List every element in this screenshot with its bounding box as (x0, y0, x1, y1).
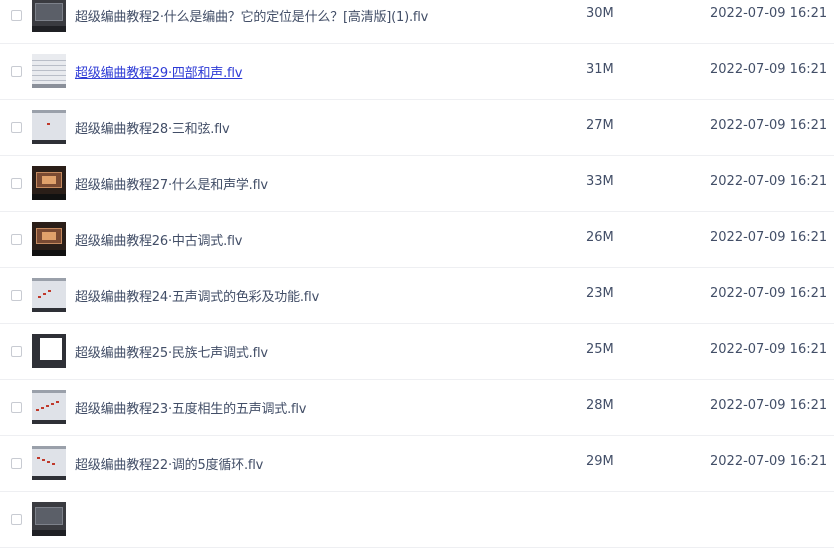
file-name-link[interactable]: 超级编曲教程24·五声调式的色彩及功能.flv (75, 286, 319, 305)
file-name-link[interactable]: 超级编曲教程22·调的5度循环.flv (75, 454, 263, 473)
file-name-link[interactable]: 超级编曲教程25·民族七声调式.flv (75, 342, 268, 361)
file-size: 30M (586, 6, 614, 21)
file-date: 2022-07-09 16:21 (710, 454, 828, 469)
file-size: 31M (586, 62, 614, 77)
file-date: 2022-07-09 16:21 (710, 398, 828, 413)
file-size: 25M (586, 342, 614, 357)
video-thumbnail-icon[interactable] (32, 334, 66, 368)
file-date: 2022-07-09 16:21 (710, 230, 828, 245)
video-thumbnail-icon[interactable] (32, 502, 66, 536)
file-name-link[interactable]: 超级编曲教程23·五度相生的五声调式.flv (75, 398, 306, 417)
file-row[interactable]: 超级编曲教程26·中古调式.flv 26M 2022-07-09 16:21 (0, 212, 834, 268)
row-checkbox[interactable] (11, 122, 22, 133)
file-name-link[interactable]: 超级编曲教程2·什么是编曲？它的定位是什么？[高清版](1).flv (75, 6, 428, 25)
video-thumbnail-icon[interactable] (32, 446, 66, 480)
row-checkbox[interactable] (11, 290, 22, 301)
file-size: 23M (586, 286, 614, 301)
video-thumbnail-icon[interactable] (32, 390, 66, 424)
file-date: 2022-07-09 16:21 (710, 62, 828, 77)
file-name-link[interactable]: 超级编曲教程28·三和弦.flv (75, 118, 230, 137)
file-list: 超级编曲教程2·什么是编曲？它的定位是什么？[高清版](1).flv 30M 2… (0, 0, 834, 548)
file-row[interactable]: 超级编曲教程28·三和弦.flv 27M 2022-07-09 16:21 (0, 100, 834, 156)
video-thumbnail-icon[interactable] (32, 222, 66, 256)
row-checkbox[interactable] (11, 514, 22, 525)
file-date: 2022-07-09 16:21 (710, 6, 828, 21)
file-row[interactable]: 超级编曲教程29·四部和声.flv 31M 2022-07-09 16:21 (0, 44, 834, 100)
row-checkbox[interactable] (11, 402, 22, 413)
file-date: 2022-07-09 16:21 (710, 118, 828, 133)
file-row[interactable]: 超级编曲教程22·调的5度循环.flv 29M 2022-07-09 16:21 (0, 436, 834, 492)
row-checkbox[interactable] (11, 234, 22, 245)
video-thumbnail-icon[interactable] (32, 166, 66, 200)
video-thumbnail-icon[interactable] (32, 0, 66, 32)
video-thumbnail-icon[interactable] (32, 110, 66, 144)
file-date: 2022-07-09 16:21 (710, 342, 828, 357)
file-row[interactable]: 超级编曲教程27·什么是和声学.flv 33M 2022-07-09 16:21 (0, 156, 834, 212)
file-date: 2022-07-09 16:21 (710, 286, 828, 301)
file-row[interactable]: 超级编曲教程23·五度相生的五声调式.flv 28M 2022-07-09 16… (0, 380, 834, 436)
file-name-link[interactable]: 超级编曲教程27·什么是和声学.flv (75, 174, 268, 193)
file-name-link[interactable]: 超级编曲教程26·中古调式.flv (75, 230, 242, 249)
file-name-link[interactable]: 超级编曲教程29·四部和声.flv (75, 62, 242, 81)
video-thumbnail-icon[interactable] (32, 278, 66, 312)
row-checkbox[interactable] (11, 346, 22, 357)
row-checkbox[interactable] (11, 178, 22, 189)
row-checkbox[interactable] (11, 458, 22, 469)
video-thumbnail-icon[interactable] (32, 54, 66, 88)
file-row[interactable]: 超级编曲教程24·五声调式的色彩及功能.flv 23M 2022-07-09 1… (0, 268, 834, 324)
file-size: 28M (586, 398, 614, 413)
row-checkbox[interactable] (11, 66, 22, 77)
file-row[interactable]: 超级编曲教程25·民族七声调式.flv 25M 2022-07-09 16:21 (0, 324, 834, 380)
file-size: 26M (586, 230, 614, 245)
row-checkbox[interactable] (11, 10, 22, 21)
file-row[interactable]: 超级编曲教程2·什么是编曲？它的定位是什么？[高清版](1).flv 30M 2… (0, 0, 834, 44)
file-size: 33M (586, 174, 614, 189)
file-size: 29M (586, 454, 614, 469)
file-size: 27M (586, 118, 614, 133)
file-row[interactable] (0, 492, 834, 548)
file-date: 2022-07-09 16:21 (710, 174, 828, 189)
